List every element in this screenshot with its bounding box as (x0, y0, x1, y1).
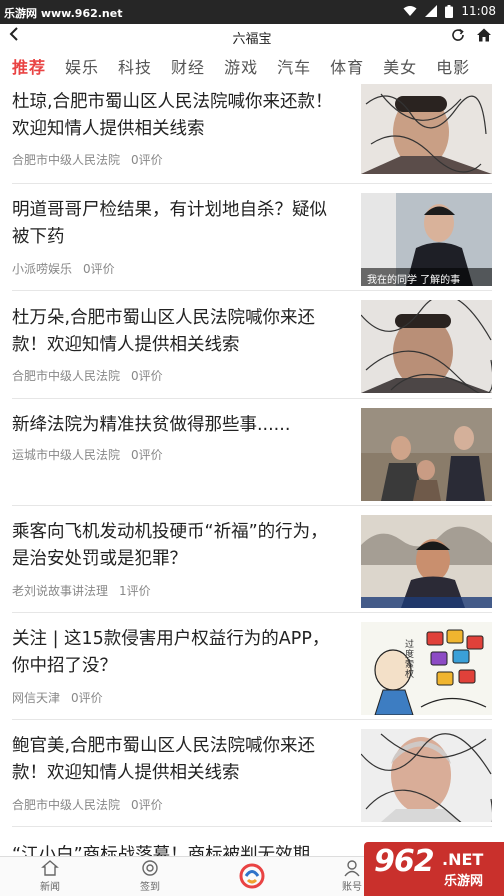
status-time: 11:08 (461, 4, 496, 18)
news-title[interactable]: 关注 | 这15款侵害用户权益行为的APP，你中招了没？ (12, 626, 338, 680)
category-tabs: 推荐 娱乐 科技 财经 游戏 汽车 体育 美女 电影 (0, 48, 504, 84)
app-logo-icon (239, 863, 265, 889)
news-thumbnail[interactable]: 过度索权 (361, 622, 492, 715)
news-thumbnail[interactable] (361, 300, 492, 393)
nav-home-logo[interactable] (232, 863, 272, 890)
news-thumbnail[interactable] (361, 515, 492, 608)
nav-checkin-label: 签到 (140, 882, 160, 893)
home-icon[interactable] (476, 27, 492, 47)
thumbnail-caption: 我在的同学 了解的事 (367, 275, 461, 286)
news-meta: 合肥市中级人民法院 0评价 (12, 367, 163, 384)
nav-news[interactable]: 新闻 (30, 859, 70, 893)
news-title[interactable]: 明道哥哥尸检结果，有计划地自杀？疑似被下药 (12, 197, 338, 251)
news-title[interactable]: 杜琼,合肥市蜀山区人民法院喊你来还款！欢迎知情人提供相关线索 (12, 89, 338, 143)
news-source: 小派唠娱乐 (12, 262, 73, 276)
news-source: 合肥市中级人民法院 (12, 369, 121, 383)
tab-beauty[interactable]: 美女 (383, 54, 417, 78)
news-title[interactable]: 新绛法院为精准扶贫做得那些事...... (12, 412, 338, 439)
news-source: 老刘说故事讲法理 (12, 584, 109, 598)
home-icon (41, 860, 59, 876)
tab-games[interactable]: 游戏 (224, 54, 258, 78)
news-item[interactable]: 杜万朵,合肥市蜀山区人民法院喊你来还款！欢迎知情人提供相关线索 合肥市中级人民法… (12, 291, 492, 399)
tab-movies[interactable]: 电影 (436, 54, 470, 78)
title-bar: 六福宝 (0, 24, 504, 48)
battery-icon (445, 4, 454, 18)
news-title[interactable]: 杜万朵,合肥市蜀山区人民法院喊你来还款！欢迎知情人提供相关线索 (12, 305, 338, 359)
thumbnail-caption: 过度索权 (405, 640, 415, 680)
tab-sports[interactable]: 体育 (330, 54, 364, 78)
news-item[interactable]: 杜琼,合肥市蜀山区人民法院喊你来还款！欢迎知情人提供相关线索 合肥市中级人民法院… (12, 84, 492, 184)
news-thumbnail[interactable] (361, 729, 492, 822)
tab-technology[interactable]: 科技 (118, 54, 152, 78)
news-source: 合肥市中级人民法院 (12, 798, 121, 812)
news-item[interactable]: 鲍官美,合肥市蜀山区人民法院喊你来还款！欢迎知情人提供相关线索 合肥市中级人民法… (12, 720, 492, 827)
news-title[interactable]: 鲍官美,合肥市蜀山区人民法院喊你来还款！欢迎知情人提供相关线索 (12, 733, 338, 787)
news-thumbnail[interactable] (361, 84, 492, 174)
news-meta: 小派唠娱乐 0评价 (12, 260, 115, 277)
news-item[interactable]: 关注 | 这15款侵害用户权益行为的APP，你中招了没？ 网信天津 0评价 过度… (12, 613, 492, 720)
news-meta: 合肥市中级人民法院 0评价 (12, 151, 163, 168)
page-title: 六福宝 (232, 32, 272, 47)
refresh-icon[interactable] (450, 27, 466, 47)
news-comments: 0评价 (131, 448, 163, 462)
nav-checkin[interactable]: 签到 (130, 859, 170, 893)
watermark-number: 962 (374, 844, 435, 879)
news-comments: 0评价 (131, 798, 163, 812)
news-comments: 0评价 (71, 691, 103, 705)
news-source: 合肥市中级人民法院 (12, 153, 121, 167)
news-comments: 1评价 (119, 584, 151, 598)
tab-finance[interactable]: 财经 (171, 54, 205, 78)
news-comments: 0评价 (131, 153, 163, 167)
tab-recommend[interactable]: 推荐 (12, 54, 46, 78)
news-item[interactable]: 乘客向飞机发动机投硬币“祈福”的行为，是治安处罚或是犯罪？ 老刘说故事讲法理 1… (12, 506, 492, 613)
news-meta: 运城市中级人民法院 0评价 (12, 446, 163, 463)
news-source: 网信天津 (12, 691, 61, 705)
news-thumbnail[interactable] (361, 408, 492, 501)
news-item[interactable]: 明道哥哥尸检结果，有计划地自杀？疑似被下药 小派唠娱乐 0评价 我在的同学 了解… (12, 184, 492, 291)
status-site-text: 乐游网 www.962.net (4, 7, 123, 20)
tab-cars[interactable]: 汽车 (277, 54, 311, 78)
watermark-net: .NET (442, 850, 484, 869)
news-meta: 老刘说故事讲法理 1评价 (12, 582, 151, 599)
tab-entertainment[interactable]: 娱乐 (65, 54, 99, 78)
news-item[interactable]: 新绛法院为精准扶贫做得那些事...... 运城市中级人民法院 0评价 (12, 399, 492, 506)
news-comments: 0评价 (131, 369, 163, 383)
news-thumbnail[interactable]: 我在的同学 了解的事 (361, 193, 492, 286)
news-meta: 网信天津 0评价 (12, 689, 103, 706)
news-meta: 合肥市中级人民法院 0评价 (12, 796, 163, 813)
signal-icon (425, 5, 438, 17)
site-watermark: 962 .NET 乐游网 (364, 842, 504, 896)
checkin-icon (142, 860, 158, 876)
user-icon (344, 860, 360, 877)
news-source: 运城市中级人民法院 (12, 448, 121, 462)
news-title[interactable]: 乘客向飞机发动机投硬币“祈福”的行为，是治安处罚或是犯罪？ (12, 519, 338, 573)
status-bar: 乐游网 www.962.net 11:08 (0, 0, 504, 24)
nav-account-label: 账号 (342, 882, 362, 893)
nav-news-label: 新闻 (40, 882, 60, 893)
news-comments: 0评价 (83, 262, 115, 276)
wifi-icon (403, 5, 417, 17)
watermark-cn: 乐游网 (444, 874, 484, 889)
